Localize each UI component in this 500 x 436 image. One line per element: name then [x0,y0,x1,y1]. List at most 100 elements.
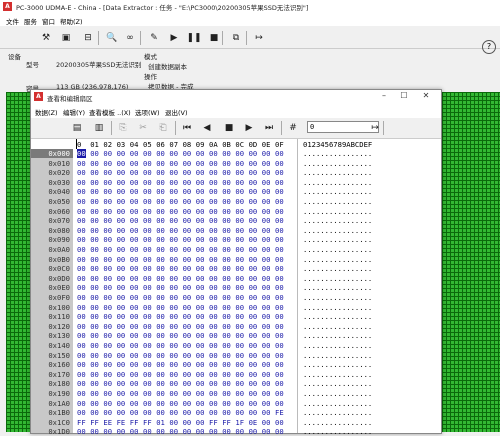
stop-icon[interactable]: ■ [221,120,237,136]
hex-byte[interactable]: 00 [222,312,231,321]
hex-byte[interactable]: 00 [262,322,271,331]
hex-byte[interactable]: 00 [249,351,258,360]
hex-byte[interactable]: 00 [249,312,258,321]
windows-icon[interactable]: ⧉ [228,30,244,46]
hex-byte[interactable]: 00 [77,178,86,187]
hex-byte[interactable]: 00 [90,389,99,398]
hex-byte[interactable]: 00 [249,197,258,206]
hex-byte[interactable]: 00 [90,197,99,206]
hex-byte[interactable]: 00 [196,379,205,388]
hex-byte[interactable]: 00 [117,303,126,312]
hex-byte[interactable]: 00 [209,149,218,158]
hex-byte[interactable]: 00 [103,264,112,273]
hex-byte[interactable]: 00 [275,149,284,158]
hex-byte[interactable]: 00 [262,264,271,273]
hex-byte[interactable]: 00 [196,274,205,283]
hex-byte[interactable]: 00 [222,168,231,177]
hex-byte[interactable]: 00 [117,235,126,244]
hex-byte[interactable]: 00 [77,322,86,331]
hex-byte[interactable]: 00 [103,322,112,331]
hex-byte[interactable]: 00 [156,226,165,235]
hex-byte[interactable]: 00 [262,226,271,235]
hex-byte[interactable]: 00 [117,331,126,340]
hex-byte[interactable]: 00 [222,255,231,264]
hex-byte[interactable]: 00 [103,255,112,264]
hex-byte[interactable]: 00 [169,408,178,417]
hex-byte[interactable]: 00 [117,322,126,331]
hex-byte[interactable]: 00 [222,331,231,340]
menu-file[interactable]: 文件 [6,16,19,26]
hex-byte[interactable]: FF [209,418,218,427]
hex-byte[interactable]: 00 [143,370,152,379]
hex-byte[interactable]: 00 [222,408,231,417]
hex-byte[interactable]: 00 [143,331,152,340]
hex-byte[interactable]: 00 [77,187,86,196]
ascii-text[interactable]: ................ [303,370,372,379]
hex-byte[interactable]: 00 [235,312,244,321]
hex-byte[interactable]: 00 [90,399,99,408]
hex-byte[interactable]: 01 [156,418,165,427]
hex-byte[interactable]: 00 [209,197,218,206]
hex-byte[interactable]: 00 [235,207,244,216]
hex-byte[interactable]: 00 [143,379,152,388]
hex-byte[interactable]: 00 [156,331,165,340]
hex-byte[interactable]: 00 [183,149,192,158]
ascii-text[interactable]: ................ [303,322,372,331]
hex-byte[interactable]: 00 [222,264,231,273]
hex-byte[interactable]: 00 [183,168,192,177]
hex-byte[interactable]: 00 [143,245,152,254]
hex-byte[interactable]: 00 [90,159,99,168]
hex-byte[interactable]: 00 [117,274,126,283]
hex-byte[interactable]: 00 [117,264,126,273]
hex-byte[interactable]: 00 [222,341,231,350]
hex-byte[interactable]: 00 [103,303,112,312]
hex-byte[interactable]: 00 [235,245,244,254]
pause-icon[interactable]: ❚❚ [186,30,202,46]
hex-byte[interactable]: 00 [183,331,192,340]
hex-byte[interactable]: 00 [183,207,192,216]
hex-byte[interactable]: 00 [117,207,126,216]
hex-byte[interactable]: 00 [143,264,152,273]
hex-byte[interactable]: 00 [183,293,192,302]
hex-byte[interactable]: 00 [209,283,218,292]
hex-byte[interactable]: 00 [156,216,165,225]
hex-byte[interactable]: 00 [183,303,192,312]
hex-byte[interactable]: 00 [275,331,284,340]
hex-byte[interactable]: 00 [196,322,205,331]
hex-byte[interactable]: 00 [169,293,178,302]
hex-byte[interactable]: 00 [156,379,165,388]
hex-byte[interactable]: 00 [209,351,218,360]
hex-byte[interactable]: 00 [235,235,244,244]
hex-byte[interactable]: 00 [169,245,178,254]
hex-byte[interactable]: 00 [169,255,178,264]
ascii-text[interactable]: ................ [303,293,372,302]
hex-byte[interactable]: 00 [262,283,271,292]
hex-byte[interactable]: 00 [143,178,152,187]
hex-byte[interactable]: 00 [169,178,178,187]
hex-byte[interactable]: 00 [130,360,139,369]
hex-byte[interactable]: 00 [262,178,271,187]
hex-byte[interactable]: 00 [156,274,165,283]
hex-byte[interactable]: 00 [156,207,165,216]
hex-byte[interactable]: 00 [183,235,192,244]
hex-byte[interactable]: 00 [130,379,139,388]
hex-byte[interactable]: 00 [103,197,112,206]
hex-byte[interactable]: 00 [183,341,192,350]
hex-byte[interactable]: 00 [103,245,112,254]
hex-byte[interactable]: 00 [222,274,231,283]
hex-byte[interactable]: 00 [249,245,258,254]
hex-byte[interactable]: 00 [209,312,218,321]
hex-byte[interactable]: 00 [235,408,244,417]
hex-byte[interactable]: 00 [249,264,258,273]
hex-byte[interactable]: 00 [275,322,284,331]
hex-byte[interactable]: 00 [130,312,139,321]
hex-byte[interactable]: 00 [196,207,205,216]
hex-byte[interactable]: 00 [156,370,165,379]
save-sector-icon[interactable]: ▥ [91,120,107,136]
hex-byte[interactable]: 00 [156,360,165,369]
hex-byte[interactable]: 00 [183,159,192,168]
hex-byte[interactable]: 00 [103,187,112,196]
hex-byte[interactable]: 00 [156,408,165,417]
hex-byte[interactable]: 00 [183,197,192,206]
hex-byte[interactable]: 00 [275,245,284,254]
